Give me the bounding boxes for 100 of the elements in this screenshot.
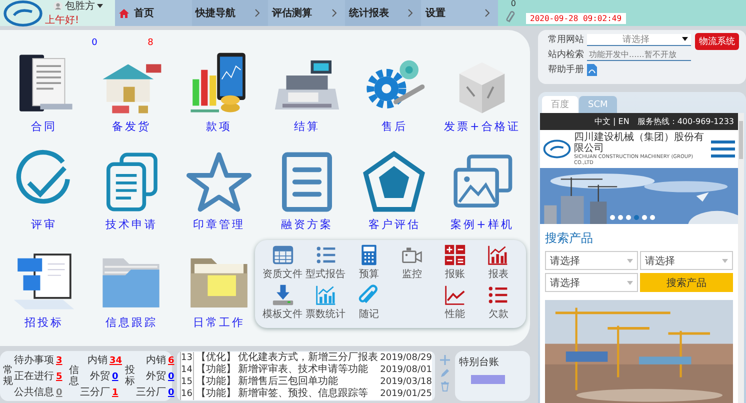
carousel-dot[interactable] [650,215,655,220]
chevron-icon [408,9,414,17]
scrollbar[interactable] [738,113,744,403]
section-heading: 搜索产品 [544,230,594,247]
datetime-text: 2020-09-28 09:02:49 [526,13,626,24]
count-text: 8 [148,38,154,48]
count-link[interactable]: 0 [168,388,178,398]
app-tile[interactable]: 发票+合格证 [444,51,520,138]
user-menu[interactable]: 包胜方 [65,0,103,13]
summary-label: 待办事项 [14,354,54,367]
list-icon [314,244,337,266]
search-field[interactable]: 功能开发中......暂不开放 [587,48,691,60]
logo-icon [543,139,571,159]
app-tile[interactable]: 合同 [6,51,82,138]
paperclip-icon [358,284,380,306]
logo-icon [3,0,43,26]
nav-link[interactable]: 快捷导航 [196,6,236,20]
caret-icon [682,37,688,41]
nav-link[interactable]: 统计报表 [348,6,389,20]
app-tile[interactable]: 案例+样机 [444,149,520,236]
row-number: 14 [181,364,194,376]
shortcut-button[interactable]: 票数统计 [304,284,348,324]
table-icon [272,244,294,266]
caret-icon [722,258,728,262]
update-text: 优化建表方式，新增三分厂报表 [238,352,378,364]
app-tile[interactable]: 融资方案 [268,149,345,236]
field-label: 帮助手册 [548,64,584,76]
menu-icon[interactable] [711,140,735,158]
app-tile[interactable]: 招投标 [6,247,82,334]
pdf-file-icon[interactable] [587,64,597,76]
shortcut-button[interactable]: 资质文件 [260,244,304,284]
app-tile[interactable]: 印章管理 [181,149,258,236]
arithmetic-icon [444,244,466,266]
chevron-icon [332,9,337,17]
product-select[interactable]: 请选择 [545,273,638,292]
carousel-dot[interactable] [618,215,623,220]
summary-label: 内销 [146,354,166,367]
summary-label: 公共信息 [14,386,54,399]
paperclip-icon[interactable] [506,10,516,24]
summary-label: 三分厂 [136,386,166,399]
app-tile[interactable]: 日常工作 [181,247,258,334]
bar-chart-icon [487,244,510,266]
greeting-text: 上午好! [45,14,80,27]
shortcut-button[interactable]: 预算 [347,244,390,284]
shortcut-button[interactable]: 欠款 [476,284,520,324]
shortcut-button[interactable]: 随记 [347,284,390,324]
shortcut-button[interactable]: 模板文件 [260,284,304,324]
update-date: 2019/08/29 [380,352,432,364]
summary-label: 内销 [87,354,108,367]
summary-label: 外贸 [90,370,110,383]
app-tile[interactable]: 售后 [356,51,432,138]
update-tag: 【功能】 [196,388,236,400]
app-tile[interactable]: 款项 [181,51,258,138]
update-date: 2019/01/25 [380,388,432,400]
group-title: 常规 [3,365,13,387]
field-label: 站内检索 [548,48,584,61]
row-number: 16 [181,388,194,400]
carousel-dot[interactable] [634,215,639,220]
count-link[interactable]: 0 [168,372,178,382]
company-name: 四川建设机械（集团）股份有限公司 [574,132,705,154]
update-tag: 【功能】 [196,376,236,388]
carousel-dot[interactable] [610,215,615,220]
app-tile[interactable]: 结算 [268,51,345,138]
shortcut-button[interactable]: 报表 [476,244,520,284]
card-title: 特别台账 [459,356,500,369]
product-select[interactable]: 请选择 [545,251,638,270]
update-date: 2019/08/01 [380,364,432,376]
carousel-dot[interactable] [642,215,647,220]
summary-label: 外贸 [146,370,166,383]
group-title: 投标 [125,365,135,387]
bar-chart-icon [314,284,337,306]
user-icon [53,1,63,11]
site-select[interactable]: 请选择 [587,34,691,46]
shortcut-button[interactable]: 监控 [390,244,434,284]
caret-icon [627,258,633,262]
count-link[interactable]: 0 [112,372,122,382]
shortcut-button[interactable]: 性能 [434,284,477,324]
update-date: 2019/03/18 [380,376,432,388]
app-tile[interactable]: 评审 [6,149,82,236]
shortcut-button[interactable]: 报账 [434,244,477,284]
update-tag: 【优化】 [196,352,236,364]
search-button[interactable]: 搜索产品 [640,273,733,292]
shortcut-button[interactable]: 型式报告 [304,244,348,284]
carousel-dot[interactable] [626,215,631,220]
app-tile[interactable]: 备发货 [93,51,170,138]
app-tile[interactable]: 客户评估 [356,149,432,236]
nav-link[interactable]: 设置 [425,6,446,20]
group-title: 信息 [69,365,79,387]
caret-icon [627,280,633,284]
chevron-icon [255,9,260,17]
app-tile[interactable]: 技术申请 [93,149,170,236]
logistics-button[interactable]: 物流系统 [695,33,739,50]
app-tile[interactable]: 信息跟踪 [93,247,170,334]
update-text: 新增审签、预投、信息跟踪等 [238,388,369,400]
chevron-icon [484,9,490,17]
update-text: 新增评审表、技术申请等功能 [238,364,369,376]
line-chart-icon [444,284,466,306]
row-number: 15 [181,376,194,388]
product-select[interactable]: 请选择 [640,251,733,270]
count-text: 0 [92,38,98,48]
